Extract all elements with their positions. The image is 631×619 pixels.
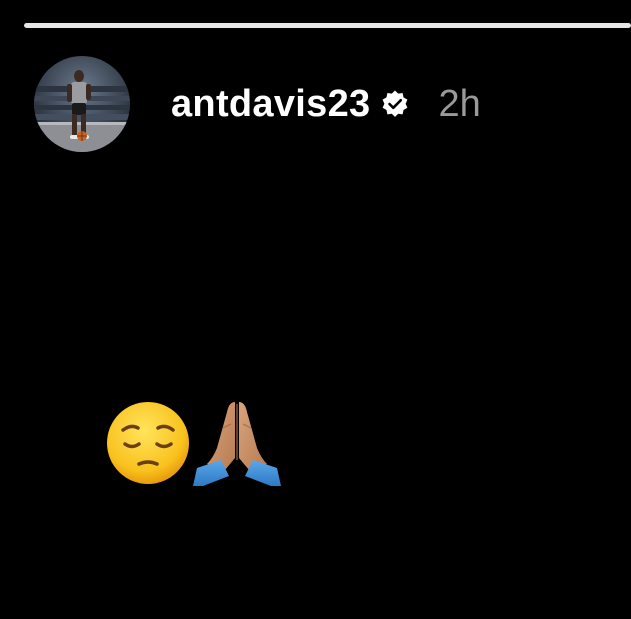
story-viewer[interactable]: antdavis23 2h — [0, 0, 631, 619]
story-content — [105, 398, 283, 486]
story-header: antdavis23 2h — [34, 54, 481, 154]
username[interactable]: antdavis23 — [171, 85, 370, 123]
avatar[interactable] — [34, 56, 130, 152]
folded-hands-emoji-icon — [193, 402, 281, 486]
verified-badge-icon — [383, 90, 408, 117]
profile-photo-icon — [34, 56, 130, 152]
story-progress-fill — [24, 23, 631, 28]
story-progress-bar — [24, 23, 631, 28]
post-timestamp: 2h — [438, 83, 481, 125]
pensive-face-emoji-icon — [107, 402, 189, 484]
